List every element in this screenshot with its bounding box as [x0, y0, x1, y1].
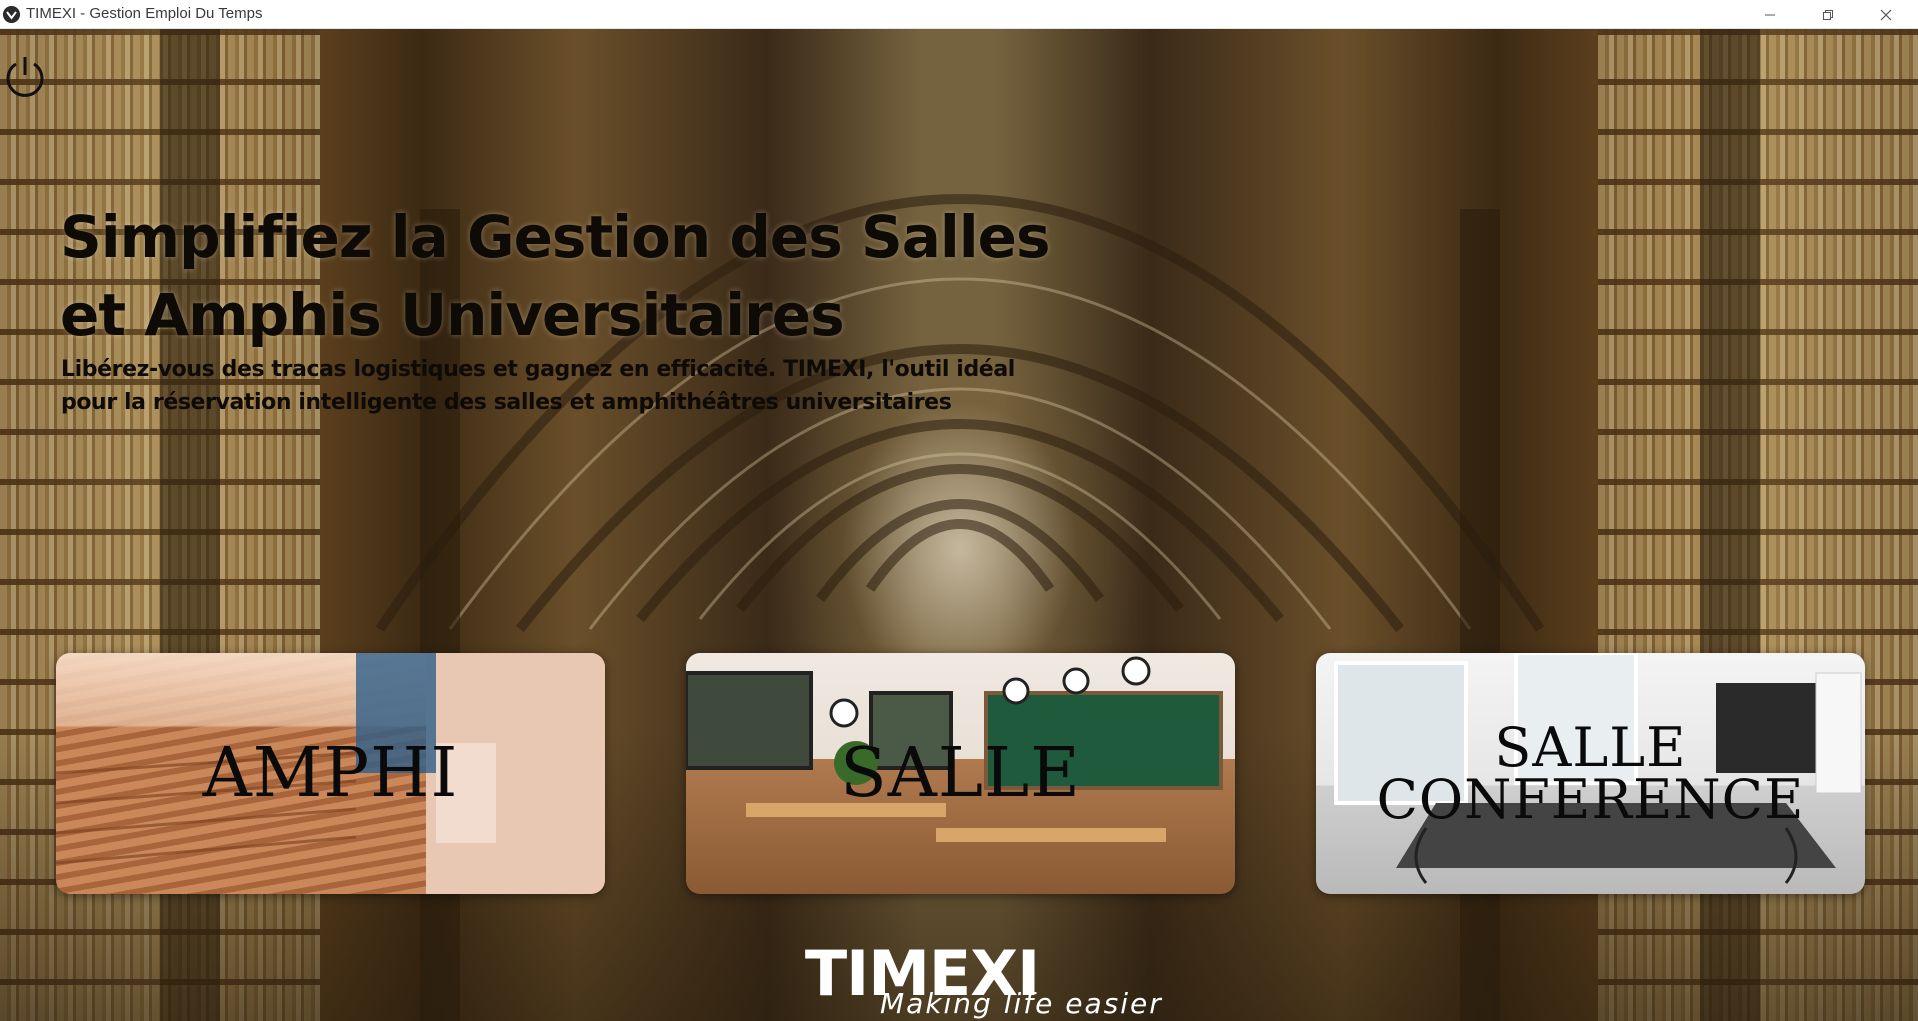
hero-subtitle-line-2: pour la réservation intelligente des sal… [61, 390, 952, 415]
brand-tagline: Making life easier [880, 987, 1163, 1020]
close-button[interactable] [1857, 0, 1915, 29]
power-button[interactable] [2, 53, 48, 99]
hero-title: Simplifiez la Gestion des Salles et Amph… [60, 198, 1160, 354]
salle-conference-label-line-1: SALLE [1494, 715, 1687, 779]
salle-conference-card-label: SALLE CONFERENCE [1376, 715, 1805, 831]
salle-conference-label-line-2: CONFERENCE [1376, 767, 1805, 831]
restore-icon [1823, 9, 1833, 20]
hero-title-line-1: Simplifiez la Gestion des Salles [60, 203, 1051, 271]
app-logo-icon [3, 6, 20, 23]
power-icon [6, 57, 44, 97]
hero-subtitle-line-1: Libérez-vous des tracas logistiques et g… [61, 357, 1015, 382]
close-icon [1880, 9, 1892, 20]
minimize-button[interactable] [1741, 0, 1799, 29]
salle-card-label: SALLE [840, 733, 1081, 813]
minimize-icon [1765, 14, 1775, 15]
amphi-card-label: AMPHI [202, 733, 459, 813]
window-titlebar: TIMEXI - Gestion Emploi Du Temps [0, 0, 1918, 29]
amphi-card[interactable]: AMPHI [56, 653, 605, 894]
salle-conference-card[interactable]: SALLE CONFERENCE [1316, 653, 1865, 894]
salle-card[interactable]: SALLE [686, 653, 1235, 894]
maximize-button[interactable] [1799, 0, 1857, 29]
hero-title-line-2: et Amphis Universitaires [60, 281, 845, 349]
hero-subtitle: Libérez-vous des tracas logistiques et g… [61, 353, 1161, 419]
window-title: TIMEXI - Gestion Emploi Du Temps [26, 5, 263, 22]
